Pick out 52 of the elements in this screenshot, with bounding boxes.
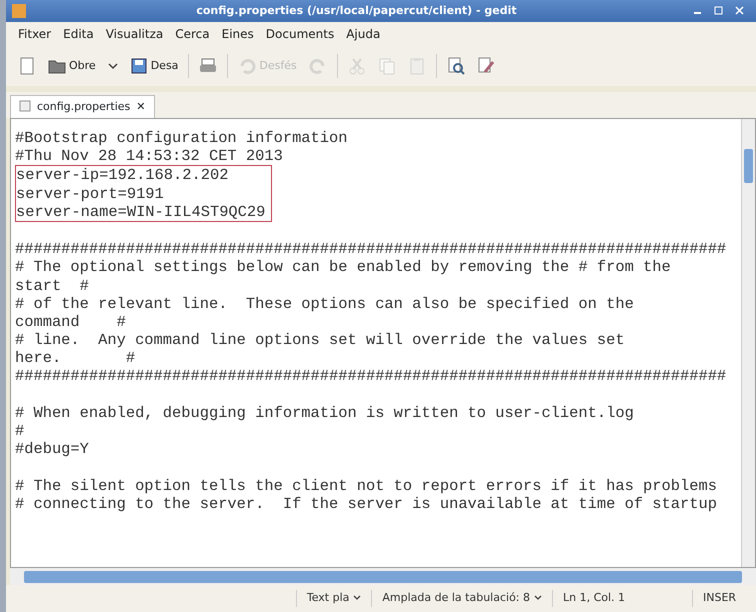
save-button[interactable]: Desa: [128, 55, 180, 77]
window-title: config.properties (/usr/local/papercut/client) - gedit: [195, 2, 518, 19]
code-line: #debug=Y: [15, 440, 90, 458]
menu-item[interactable]: Edita: [63, 25, 94, 43]
clipboard-icon: [408, 57, 426, 75]
pencil-document-icon: [476, 57, 495, 75]
code-line: #############################################################################: [15, 240, 728, 258]
undo-icon: [238, 57, 256, 75]
caret-icon: [353, 595, 362, 602]
printer-icon: [199, 57, 218, 75]
horizontal-scrollbar[interactable]: [10, 568, 756, 585]
menu-item[interactable]: Ajuda: [346, 25, 380, 43]
menu-item[interactable]: Fitxer: [18, 25, 52, 43]
app-icon: [12, 4, 26, 18]
code-line: server-port=9191: [16, 184, 165, 203]
insert-mode: INSER: [692, 590, 752, 607]
language-dropdown[interactable]: Text pla: [296, 590, 372, 607]
code-line: # of the relevant line. These options can also be specified on the: [15, 294, 635, 313]
tab-width-dropdown[interactable]: Amplada de la tabulació: 8: [371, 590, 552, 607]
scrollbar-thumb[interactable]: [744, 149, 753, 183]
code-line: # connecting to the server. If the server is unavailable at time of startup: [15, 494, 718, 513]
menu-item[interactable]: Visualitza: [106, 25, 164, 43]
scissors-icon: [348, 57, 366, 75]
floppy-icon: [130, 57, 148, 75]
code-line: command #: [15, 312, 127, 332]
scrollbar-thumb[interactable]: [24, 570, 742, 582]
code-line: start #: [15, 276, 90, 295]
code-line: # When enabled, debugging information is written to user-client.log: [15, 404, 635, 422]
tab-close-button[interactable]: ✕: [136, 98, 146, 115]
code-line: #Bootstrap configuration information: [15, 129, 348, 148]
document-icon: [18, 57, 36, 75]
code-line: here. #: [15, 349, 136, 368]
code-line: #: [15, 422, 26, 440]
code-line: #############################################################################: [15, 367, 728, 386]
menu-item[interactable]: Cerca: [175, 25, 210, 43]
vertical-scrollbar[interactable]: [741, 119, 755, 567]
cursor-position: Ln 1, Col. 1: [552, 590, 692, 607]
code-line: # The silent option tells the client not to report errors if it has problems: [15, 476, 718, 495]
code-line: # The optional settings below can be enabled by removing the # from the: [15, 258, 672, 276]
redo-icon: [308, 57, 327, 75]
code-line: server-ip=192.168.2.202: [16, 166, 230, 185]
menu-item[interactable]: Eines: [222, 25, 254, 43]
document-tab[interactable]: config.properties ✕: [10, 94, 155, 118]
code-line: server-name=WIN-IIL4ST9QC29: [16, 202, 266, 221]
caret-icon: [534, 595, 542, 602]
document-icon: [19, 100, 31, 112]
copy-icon: [378, 57, 396, 75]
code-line: #Thu Nov 28 14:53:32 CET 2013: [15, 147, 284, 166]
menu-item[interactable]: Documents: [266, 25, 334, 43]
open-button[interactable]: Obre: [46, 55, 98, 77]
code-line: # line. Any command line options set will override the values set: [15, 331, 626, 350]
search-icon: [446, 57, 465, 75]
